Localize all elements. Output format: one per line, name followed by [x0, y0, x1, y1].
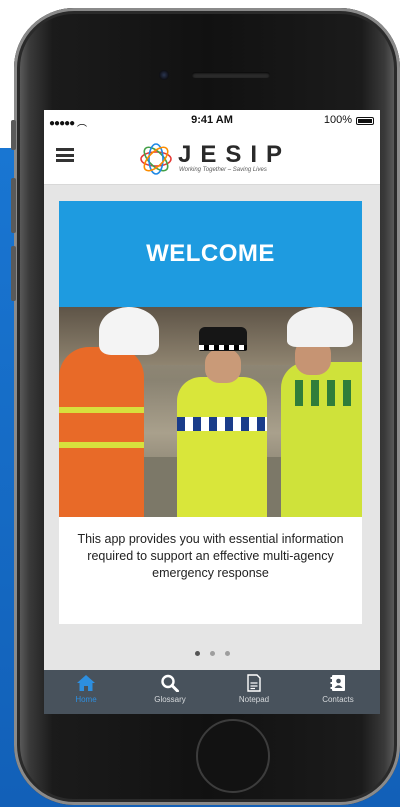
tab-notepad-label: Notepad — [238, 695, 270, 704]
jesip-emblem-icon — [140, 143, 172, 175]
tab-contacts-label: Contacts — [322, 695, 354, 704]
battery-percent: 100% — [323, 114, 352, 126]
app-screen: ●●●●● ︵ 9:41 AM 100% JESIP Working Toget… — [44, 110, 380, 714]
carousel-dot-2[interactable] — [209, 651, 215, 656]
tab-contacts[interactable]: Contacts — [296, 670, 380, 714]
tab-home[interactable]: Home — [44, 670, 128, 714]
volume-up-button — [11, 178, 16, 233]
welcome-banner: WELCOME — [59, 201, 362, 307]
welcome-card[interactable]: WELCOME This app provides you with essen… — [59, 201, 362, 624]
tab-bar: Home Glossary Notepad Contacts — [44, 670, 380, 714]
earpiece-speaker — [192, 72, 270, 78]
tab-notepad[interactable]: Notepad — [212, 670, 296, 714]
app-header: JESIP Working Together – Saving Lives — [44, 132, 380, 185]
carousel-dot-3[interactable] — [224, 651, 230, 656]
home-icon — [77, 675, 95, 691]
carousel-dot-1[interactable] — [194, 651, 200, 656]
tab-glossary[interactable]: Glossary — [128, 670, 212, 714]
contacts-icon — [330, 675, 345, 691]
front-camera — [159, 70, 169, 80]
status-bar: ●●●●● ︵ 9:41 AM 100% — [44, 110, 380, 132]
search-icon — [161, 674, 179, 692]
hero-photo — [59, 307, 362, 517]
battery-icon — [356, 117, 374, 125]
jesip-logo: JESIP Working Together – Saving Lives — [138, 139, 298, 179]
notepad-icon — [247, 674, 261, 692]
logo-tagline: Working Together – Saving Lives — [179, 167, 267, 173]
carousel-pagination — [44, 643, 380, 661]
hamburger-icon[interactable] — [56, 148, 74, 162]
intro-description: This app provides you with essential inf… — [77, 532, 344, 580]
volume-down-button — [11, 246, 16, 301]
mute-switch — [11, 120, 16, 150]
home-button[interactable] — [196, 719, 270, 793]
tab-glossary-label: Glossary — [154, 695, 186, 704]
logo-text: JESIP — [178, 141, 292, 168]
tab-home-label: Home — [75, 695, 97, 704]
